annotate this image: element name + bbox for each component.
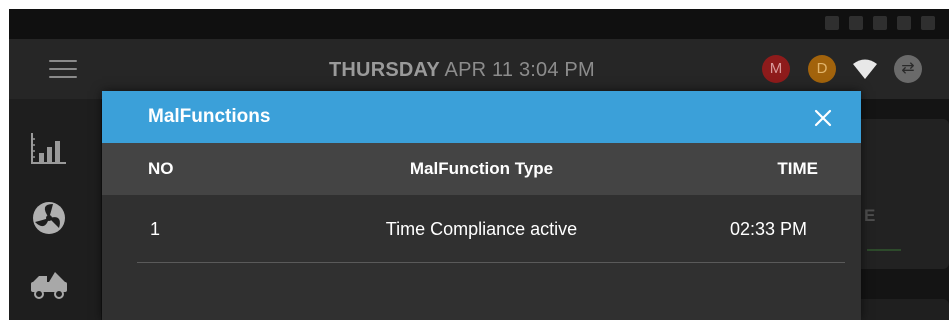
- status-icons: [825, 16, 935, 30]
- column-header-time: TIME: [777, 159, 818, 178]
- background-card-label: E: [864, 206, 876, 225]
- sidebar: [9, 99, 101, 320]
- cell-no: 1: [150, 219, 161, 239]
- cell-time: 02:33 PM: [729, 219, 807, 239]
- close-icon[interactable]: [812, 107, 834, 129]
- dialog-title: MalFunctions: [148, 106, 271, 127]
- truck-icon[interactable]: [29, 264, 69, 304]
- notification-icon: [825, 16, 839, 30]
- row-divider: [137, 262, 845, 263]
- malfunctions-dialog: MalFunctions MalFunction Type NO TIME Ti…: [102, 91, 861, 320]
- bar-chart-icon[interactable]: [29, 129, 69, 169]
- battery-icon: [921, 16, 935, 30]
- background-card: [854, 119, 949, 269]
- bluetooth-icon: [849, 16, 863, 30]
- day-label: THURSDAY: [329, 59, 440, 81]
- wifi-icon: [853, 59, 877, 79]
- device-screen: THURSDAY APR 11 3:04 PM M D ⇄ E MalFunct…: [9, 9, 949, 320]
- background-card-lower: [854, 299, 949, 320]
- wifi-status-icon: [873, 16, 887, 30]
- dialog-header: MalFunctions: [102, 91, 861, 143]
- fan-icon[interactable]: [29, 198, 69, 238]
- signal-icon: [897, 16, 911, 30]
- background-card-line: [867, 249, 901, 251]
- date-time-title: THURSDAY APR 11 3:04 PM: [329, 59, 595, 82]
- table-row[interactable]: Time Compliance active 1 02:33 PM: [102, 195, 861, 259]
- diagnostic-badge[interactable]: D: [808, 55, 836, 83]
- table-header: MalFunction Type NO TIME: [102, 143, 861, 195]
- date-time-label: APR 11 3:04 PM: [444, 59, 595, 81]
- status-bar: [9, 9, 949, 39]
- menu-icon[interactable]: [49, 60, 77, 80]
- column-header-no: NO: [148, 159, 174, 178]
- sync-icon[interactable]: ⇄: [894, 55, 922, 83]
- app-bar: THURSDAY APR 11 3:04 PM M D ⇄: [9, 39, 949, 99]
- malfunction-badge[interactable]: M: [762, 55, 790, 83]
- column-header-type: MalFunction Type: [409, 159, 554, 178]
